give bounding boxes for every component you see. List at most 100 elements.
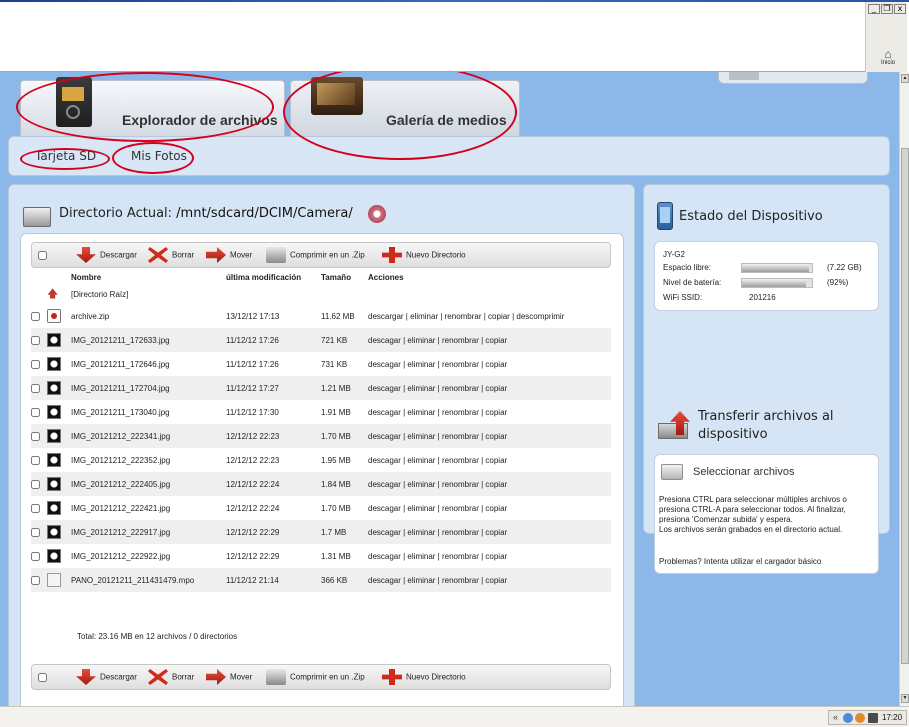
- row-checkbox[interactable]: [31, 431, 40, 441]
- sd-lens: [66, 105, 80, 119]
- file-actions[interactable]: descagar | eliminar | renombrar | copiar: [368, 472, 611, 496]
- file-actions[interactable]: descagar | eliminar | renombrar | copiar: [368, 376, 611, 400]
- table-row[interactable]: IMG_20121211_172646.jpg 11/12/12 17:26 731…: [31, 352, 611, 376]
- clock[interactable]: 17:20: [882, 713, 902, 722]
- refresh-icon[interactable]: [368, 205, 386, 223]
- image-thumbnail-icon: [47, 357, 61, 371]
- header-name[interactable]: Nombre: [71, 269, 226, 285]
- table-row[interactable]: IMG_20121212_222341.jpg 12/12/12 22:23 1.7…: [31, 424, 611, 448]
- zip-button[interactable]: Comprimir en un .Zip: [266, 247, 365, 265]
- download-button-bottom[interactable]: Descargar: [76, 669, 137, 687]
- row-checkbox-cell: [31, 424, 47, 448]
- file-name[interactable]: IMG_20121211_172633.jpg: [71, 328, 226, 352]
- file-modified: 12/12/12 22:23: [226, 455, 280, 465]
- row-checkbox[interactable]: [31, 359, 40, 369]
- table-row[interactable]: IMG_20121211_173040.jpg 11/12/12 17:30 1.9…: [31, 400, 611, 424]
- file-name[interactable]: IMG_20121211_172704.jpg: [71, 376, 226, 400]
- file-name[interactable]: IMG_20121212_222917.jpg: [71, 520, 226, 544]
- file-actions[interactable]: descagar | eliminar | renombrar | copiar: [368, 328, 611, 352]
- file-name[interactable]: PANO_20121211_211431479.mpo: [71, 568, 226, 592]
- file-actions[interactable]: descagar | eliminar | renombrar | copiar: [368, 496, 611, 520]
- file-actions[interactable]: descagar | eliminar | renombrar | copiar: [368, 448, 611, 472]
- file-actions[interactable]: descagar | eliminar | renombrar | copiar: [368, 520, 611, 544]
- current-directory-label: Directorio Actual: /mnt/sdcard/DCIM/Came…: [59, 206, 353, 221]
- tab-file-explorer[interactable]: Explorador de archivos: [20, 77, 285, 138]
- row-checkbox[interactable]: [31, 383, 40, 393]
- file-name[interactable]: IMG_20121211_172646.jpg: [71, 352, 226, 376]
- file-name[interactable]: IMG_20121211_173040.jpg: [71, 400, 226, 424]
- vertical-scrollbar[interactable]: ▲ ▼: [899, 72, 909, 706]
- table-row[interactable]: IMG_20121212_222917.jpg 12/12/12 22:29 1.7…: [31, 520, 611, 544]
- download-button[interactable]: Descargar: [76, 247, 137, 265]
- row-checkbox[interactable]: [31, 575, 40, 585]
- network-icon[interactable]: [843, 713, 853, 723]
- restore-button[interactable]: ❐: [881, 4, 893, 14]
- scroll-down-button[interactable]: ▼: [901, 694, 909, 703]
- basic-uploader-link[interactable]: Problemas? Intenta utilizar el cargador …: [659, 557, 821, 566]
- row-checkbox[interactable]: [31, 551, 40, 561]
- file-name[interactable]: IMG_20121212_222922.jpg: [71, 544, 226, 568]
- row-checkbox[interactable]: [31, 335, 40, 345]
- delete-button-bottom[interactable]: Borrar: [148, 669, 194, 687]
- file-actions[interactable]: descagar | eliminar | renombrar | copiar: [368, 568, 611, 592]
- zip-icon: [266, 247, 286, 263]
- close-button[interactable]: x: [894, 4, 906, 14]
- file-name[interactable]: IMG_20121212_222421.jpg: [71, 496, 226, 520]
- volume-icon[interactable]: [868, 713, 878, 723]
- file-name[interactable]: archive.zip: [71, 304, 226, 328]
- table-row[interactable]: IMG_20121212_222405.jpg 12/12/12 22:24 1.8…: [31, 472, 611, 496]
- scroll-thumb[interactable]: [901, 148, 909, 664]
- file-name[interactable]: IMG_20121212_222405.jpg: [71, 472, 226, 496]
- scroll-up-button[interactable]: ▲: [901, 74, 909, 83]
- file-name[interactable]: IMG_20121212_222341.jpg: [71, 424, 226, 448]
- parent-directory-row[interactable]: 🡅 [Directorio Raíz]: [31, 285, 611, 304]
- row-checkbox[interactable]: [31, 311, 40, 321]
- header-modified[interactable]: última modificación: [226, 269, 321, 285]
- select-all-checkbox[interactable]: [38, 251, 47, 260]
- zip-button-bottom[interactable]: Comprimir en un .Zip: [266, 669, 365, 687]
- breadcrumb-sd-card[interactable]: Tarjeta SD: [35, 149, 96, 163]
- file-actions[interactable]: descargar | eliminar | renombrar | copia…: [368, 304, 611, 328]
- file-size: 1.21 MB: [321, 376, 368, 400]
- row-checkbox[interactable]: [31, 527, 40, 537]
- row-checkbox[interactable]: [31, 479, 40, 489]
- file-actions[interactable]: descagar | eliminar | renombrar | copiar: [368, 424, 611, 448]
- row-checkbox[interactable]: [31, 503, 40, 513]
- file-actions[interactable]: descagar | eliminar | renombrar | copiar: [368, 352, 611, 376]
- file-thumbnail-cell: [47, 376, 71, 400]
- home-button[interactable]: ⌂ Inicio: [872, 48, 904, 66]
- move-button[interactable]: Mover: [206, 247, 252, 265]
- table-row[interactable]: IMG_20121212_222421.jpg 12/12/12 22:24 1.7…: [31, 496, 611, 520]
- new-directory-button-bottom[interactable]: Nuevo Directorio: [382, 669, 466, 687]
- tray-expand-icon[interactable]: «: [833, 712, 838, 722]
- file-name[interactable]: IMG_20121212_222352.jpg: [71, 448, 226, 472]
- tab-media-gallery[interactable]: Galería de medios: [290, 77, 520, 138]
- new-directory-label: Nuevo Directorio: [406, 250, 466, 260]
- file-modified: 11/12/12 17:27: [226, 376, 321, 400]
- table-row[interactable]: IMG_20121211_172633.jpg 11/12/12 17:26 721…: [31, 328, 611, 352]
- parent-directory-link[interactable]: [Directorio Raíz]: [71, 285, 611, 304]
- breadcrumb-mis-fotos[interactable]: Mis Fotos: [131, 149, 187, 163]
- select-files-button[interactable]: Seleccionar archivos: [661, 461, 811, 483]
- header-size[interactable]: Tamaño: [321, 269, 368, 285]
- file-thumbnail-cell: [47, 304, 71, 328]
- file-table: Nombre última modificación Tamaño Accion…: [31, 269, 611, 592]
- table-row[interactable]: archive.zip 13/12/12 17:13 11.62 MB descarg…: [31, 304, 611, 328]
- table-row[interactable]: IMG_20121212_222922.jpg 12/12/12 22:29 1.3…: [31, 544, 611, 568]
- row-checkbox[interactable]: [31, 455, 40, 465]
- table-row[interactable]: IMG_20121212_222352.jpg 12/12/12 22:23 1.9…: [31, 448, 611, 472]
- file-list-container: Descargar Borrar Mover Comprimir en un .…: [20, 233, 624, 706]
- select-all-checkbox-bottom[interactable]: [38, 673, 47, 682]
- row-checkbox[interactable]: [31, 407, 40, 417]
- delete-button[interactable]: Borrar: [148, 247, 194, 265]
- table-row[interactable]: PANO_20121211_211431479.mpo 11/12/12 21:1…: [31, 568, 611, 592]
- file-actions[interactable]: descagar | eliminar | renombrar | copiar: [368, 544, 611, 568]
- minimize-button[interactable]: _: [868, 4, 880, 14]
- upload-box: Seleccionar archivos Presiona CTRL para …: [654, 454, 879, 574]
- row-checkbox-cell: [31, 544, 47, 568]
- file-actions[interactable]: descagar | eliminar | renombrar | copiar: [368, 400, 611, 424]
- move-button-bottom[interactable]: Mover: [206, 669, 252, 687]
- table-row[interactable]: IMG_20121211_172704.jpg 11/12/12 17:27 1.2…: [31, 376, 611, 400]
- security-icon[interactable]: [855, 713, 865, 723]
- new-directory-button[interactable]: Nuevo Directorio: [382, 247, 466, 265]
